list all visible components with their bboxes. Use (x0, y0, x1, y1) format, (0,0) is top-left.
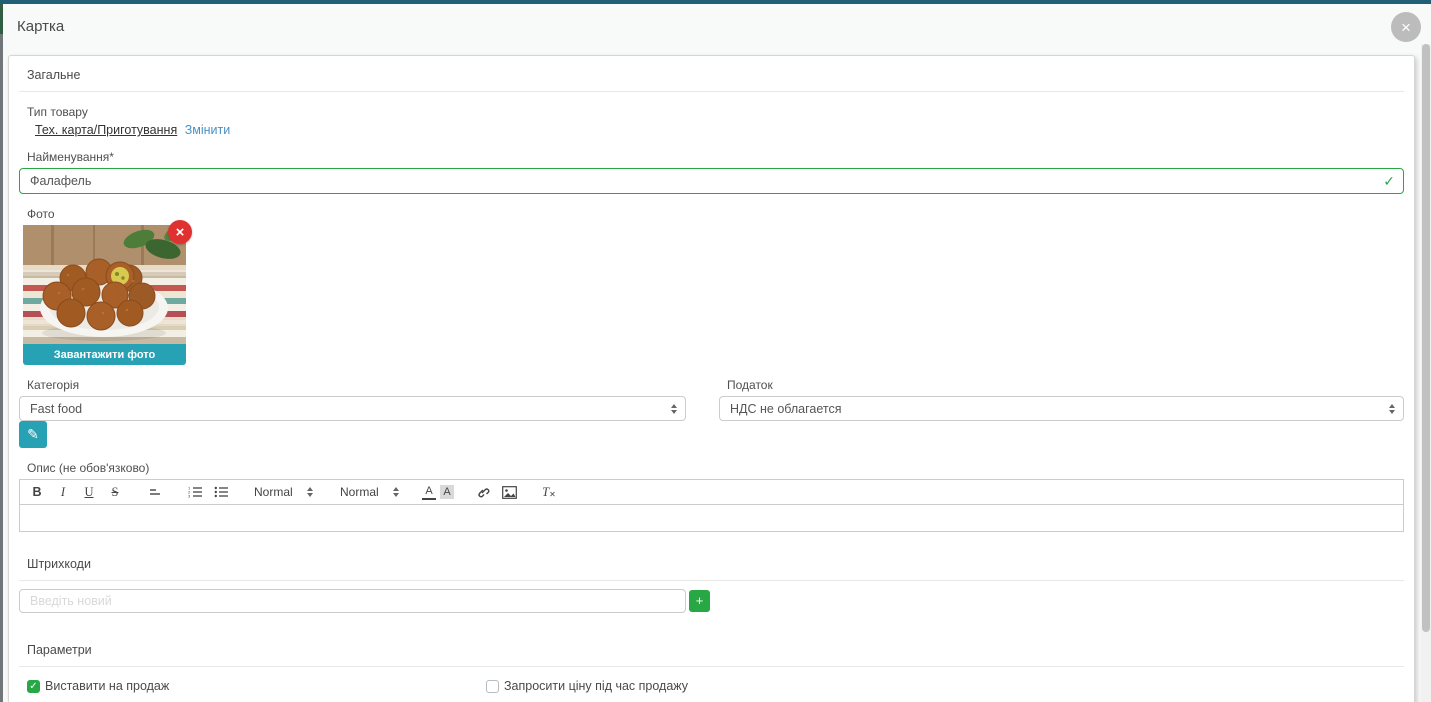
divider (19, 91, 1404, 92)
barcode-input[interactable] (19, 589, 686, 613)
add-barcode-button[interactable]: + (689, 590, 710, 612)
image-icon[interactable] (498, 481, 520, 503)
tax-label: Податок (727, 378, 773, 392)
category-label: Категорія (27, 378, 80, 392)
ordered-list-icon[interactable]: 123 (184, 481, 206, 503)
checkbox-label: Запросити ціну під час продажу (504, 679, 689, 693)
bold-icon[interactable]: B (26, 481, 48, 503)
header-select-value: Normal (340, 485, 379, 499)
section-heading-general: Загальне (27, 68, 81, 82)
checkbox-label: Виставити на продаж (45, 679, 170, 693)
category-value: Fast food (30, 401, 83, 416)
divider (19, 666, 1404, 667)
description-label: Опис (не обов'язково) (27, 461, 150, 475)
close-icon[interactable]: × (1391, 12, 1421, 42)
scrollbar-track[interactable] (1421, 44, 1431, 702)
section-heading-parameters: Параметри (27, 643, 92, 657)
checkbox-icon (486, 679, 499, 693)
category-select[interactable]: Fast food (19, 396, 686, 421)
name-label: Найменування* (27, 150, 114, 164)
product-type-value[interactable]: Тех. карта/Приготування (35, 123, 177, 137)
product-photo (23, 225, 186, 344)
link-icon[interactable] (472, 481, 494, 503)
photo-label: Фото (27, 207, 55, 221)
clear-format-icon[interactable]: T ✕ (538, 481, 560, 503)
top-accent-bar (0, 0, 1431, 4)
select-arrows-icon (671, 403, 677, 414)
rich-text-toolbar: B I U S 123 Normal Normal A A T ✕ (19, 479, 1404, 505)
valid-check-icon: ✓ (1383, 173, 1395, 189)
svg-text:3: 3 (188, 494, 191, 499)
tax-value: НДС не облагается (730, 401, 842, 416)
underline-icon[interactable]: U (78, 481, 100, 503)
background-color-icon[interactable]: A (440, 485, 454, 499)
header-select[interactable]: Normal (336, 481, 404, 503)
change-type-link[interactable]: Змінити (185, 123, 231, 137)
modal-title: Картка (17, 18, 65, 35)
description-editor[interactable] (19, 504, 1404, 532)
divider (19, 580, 1404, 581)
delete-photo-icon[interactable]: × (168, 220, 192, 244)
section-heading-barcodes: Штрихкоди (27, 557, 91, 571)
tax-select[interactable]: НДС не облагается (719, 396, 1404, 421)
checkbox-icon: ✓ (27, 679, 40, 693)
size-select[interactable]: Normal (250, 481, 318, 503)
strikethrough-icon[interactable]: S (104, 481, 126, 503)
checkbox-ask-price[interactable]: Запросити ціну під час продажу (486, 679, 688, 693)
upload-photo-button[interactable]: Завантажити фото (23, 344, 186, 365)
name-input[interactable] (19, 168, 1404, 194)
background-page-sliver (0, 4, 3, 702)
select-arrows-icon (392, 487, 399, 497)
size-select-value: Normal (254, 485, 293, 499)
product-card-panel: Загальне Тип товару Тех. карта/Приготува… (8, 55, 1415, 702)
text-color-icon[interactable]: A (422, 484, 436, 500)
product-type-label: Тип товару (27, 105, 88, 119)
italic-icon[interactable]: I (52, 481, 74, 503)
photo-block: × Завантажити фото (23, 220, 192, 365)
scrollbar-thumb[interactable] (1422, 44, 1430, 632)
edit-category-icon[interactable]: ✎ (19, 421, 47, 448)
bullet-list-icon[interactable] (210, 481, 232, 503)
select-arrows-icon (306, 487, 313, 497)
blockquote-icon[interactable] (144, 481, 166, 503)
select-arrows-icon (1389, 403, 1395, 414)
checkbox-sell-on-sale[interactable]: ✓ Виставити на продаж (27, 679, 486, 693)
